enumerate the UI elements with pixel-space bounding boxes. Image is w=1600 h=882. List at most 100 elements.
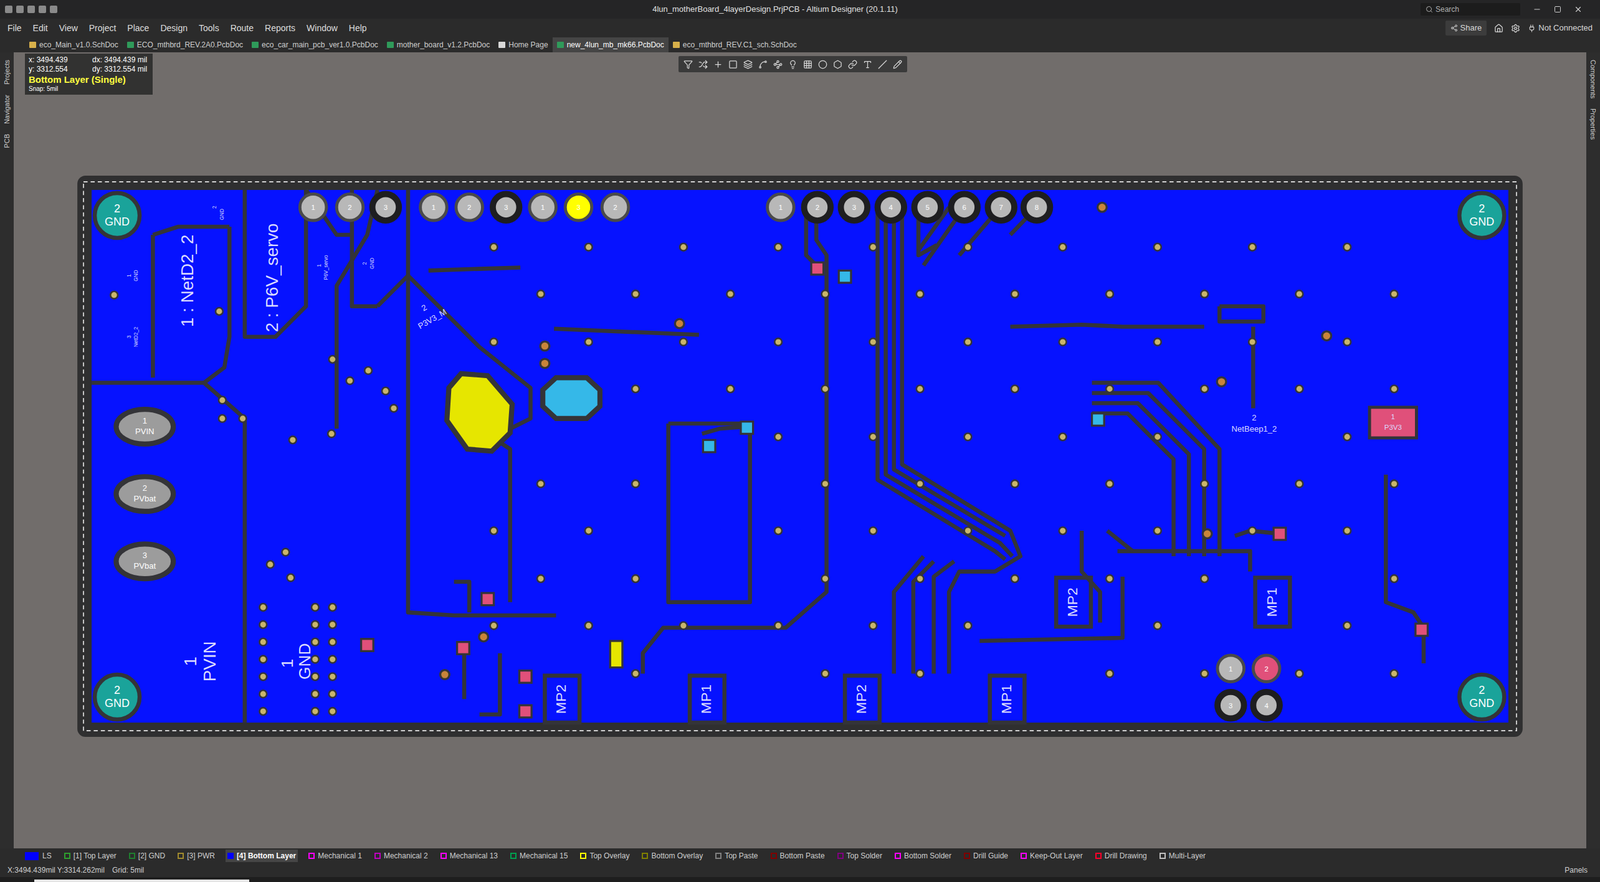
tool-icon[interactable] bbox=[773, 59, 783, 70]
via[interactable] bbox=[218, 396, 227, 405]
minimize-icon[interactable] bbox=[1532, 4, 1542, 14]
via[interactable] bbox=[490, 243, 498, 252]
layer-set[interactable]: LS bbox=[24, 850, 54, 862]
gear-icon[interactable] bbox=[1510, 23, 1521, 34]
mounting-hole[interactable]: 2GND bbox=[94, 674, 140, 720]
header-pin[interactable]: 1 bbox=[299, 193, 327, 221]
via[interactable] bbox=[537, 575, 545, 583]
tool-icon[interactable] bbox=[877, 59, 888, 70]
via[interactable] bbox=[479, 632, 489, 642]
via[interactable] bbox=[1200, 290, 1209, 298]
header-pin[interactable]: 1 bbox=[529, 193, 557, 221]
via[interactable] bbox=[631, 385, 640, 393]
via[interactable] bbox=[1153, 622, 1162, 630]
panel-tab[interactable]: Navigator bbox=[1, 94, 13, 124]
connection-status[interactable]: Not Connected bbox=[1527, 21, 1593, 35]
via[interactable] bbox=[585, 622, 593, 630]
menu-item[interactable]: File bbox=[7, 21, 22, 35]
header-pin[interactable]: 7 bbox=[987, 193, 1015, 221]
layer-tab[interactable]: [1] Top Layer bbox=[62, 849, 119, 863]
via[interactable] bbox=[1390, 385, 1399, 393]
layer-tab[interactable]: Top Solder bbox=[835, 849, 885, 863]
via[interactable] bbox=[585, 338, 593, 346]
quick-access-icon[interactable] bbox=[27, 5, 35, 14]
layer-tab[interactable]: Mechanical 1 bbox=[306, 849, 364, 863]
mounting-hole[interactable]: 2GND bbox=[94, 193, 140, 239]
via[interactable] bbox=[964, 243, 972, 252]
via[interactable] bbox=[674, 319, 685, 329]
via[interactable] bbox=[1153, 433, 1162, 441]
via[interactable] bbox=[381, 387, 390, 396]
via[interactable] bbox=[774, 243, 782, 252]
menu-item[interactable]: Reports bbox=[264, 21, 296, 35]
via[interactable] bbox=[239, 414, 247, 423]
tool-icon[interactable] bbox=[698, 59, 708, 70]
layer-tab[interactable]: Keep-Out Layer bbox=[1018, 849, 1085, 863]
via[interactable] bbox=[964, 433, 972, 441]
via[interactable] bbox=[1200, 575, 1209, 583]
header-pin[interactable]: 8 bbox=[1023, 193, 1051, 221]
layer-tab[interactable]: Bottom Paste bbox=[768, 849, 827, 863]
layer-tab[interactable]: Top Paste bbox=[713, 849, 760, 863]
layer-tab[interactable]: Drill Drawing bbox=[1093, 849, 1149, 863]
via[interactable] bbox=[287, 574, 295, 582]
header-pin[interactable]: 1 bbox=[420, 193, 448, 221]
menu-item[interactable]: Tools bbox=[198, 21, 220, 35]
yellow-pad[interactable] bbox=[446, 373, 513, 452]
via[interactable] bbox=[1295, 670, 1304, 678]
via[interactable] bbox=[1153, 527, 1162, 535]
document-tab[interactable]: eco_Main_v1.0.SchDoc bbox=[24, 37, 123, 53]
via[interactable] bbox=[916, 670, 924, 678]
tool-icon[interactable] bbox=[728, 59, 738, 70]
via[interactable] bbox=[1343, 243, 1351, 252]
tool-icon[interactable] bbox=[847, 59, 858, 70]
via[interactable] bbox=[328, 690, 337, 698]
via[interactable] bbox=[259, 707, 267, 716]
header-pin[interactable]: 3 bbox=[1217, 692, 1245, 720]
share-button[interactable]: Share bbox=[1445, 20, 1488, 36]
via[interactable] bbox=[1105, 670, 1114, 678]
via[interactable] bbox=[1200, 480, 1209, 488]
via[interactable] bbox=[1202, 529, 1212, 539]
via[interactable] bbox=[774, 338, 782, 346]
layer-tab[interactable]: [4] Bottom Layer bbox=[225, 849, 298, 863]
via[interactable] bbox=[537, 290, 545, 298]
via[interactable] bbox=[110, 291, 118, 300]
tool-icon[interactable] bbox=[818, 59, 828, 70]
header-pin[interactable]: 5 bbox=[914, 193, 941, 221]
layer-tab[interactable]: [3] PWR bbox=[175, 849, 217, 863]
via[interactable] bbox=[821, 670, 830, 678]
via[interactable] bbox=[1059, 433, 1067, 441]
via[interactable] bbox=[631, 670, 640, 678]
via[interactable] bbox=[259, 621, 267, 629]
close-icon[interactable] bbox=[1573, 4, 1583, 14]
via[interactable] bbox=[1248, 243, 1257, 252]
header-pin[interactable]: 2 bbox=[1252, 655, 1280, 683]
smd-pad[interactable] bbox=[519, 671, 533, 684]
tool-icon[interactable] bbox=[803, 59, 813, 70]
via[interactable] bbox=[540, 341, 550, 351]
via[interactable] bbox=[679, 243, 688, 252]
home-icon[interactable] bbox=[1494, 23, 1504, 34]
menu-item[interactable]: Place bbox=[127, 21, 149, 35]
via[interactable] bbox=[1011, 385, 1019, 393]
via[interactable] bbox=[1105, 385, 1114, 393]
via[interactable] bbox=[327, 430, 336, 439]
via[interactable] bbox=[490, 338, 498, 346]
via[interactable] bbox=[1390, 480, 1399, 488]
via[interactable] bbox=[585, 527, 593, 535]
menu-item[interactable]: Window bbox=[306, 21, 338, 35]
via[interactable] bbox=[1105, 480, 1114, 488]
power-pad[interactable]: 2PVbat bbox=[115, 476, 174, 512]
quick-access-icon[interactable] bbox=[49, 5, 58, 14]
via[interactable] bbox=[1105, 290, 1114, 298]
smd-pad[interactable] bbox=[740, 421, 754, 435]
header-pin[interactable]: 3 bbox=[372, 193, 400, 221]
via[interactable] bbox=[1390, 575, 1399, 583]
via[interactable] bbox=[346, 376, 354, 385]
via[interactable] bbox=[259, 656, 267, 664]
via[interactable] bbox=[1059, 243, 1067, 252]
menu-item[interactable]: View bbox=[59, 21, 78, 35]
pcb-board[interactable]: 2GND2GND2GND2GND1PVIN2PVbat3PVbat1231231… bbox=[77, 175, 1523, 738]
document-tab[interactable]: mother_board_v1.2.PcbDoc bbox=[382, 37, 495, 53]
